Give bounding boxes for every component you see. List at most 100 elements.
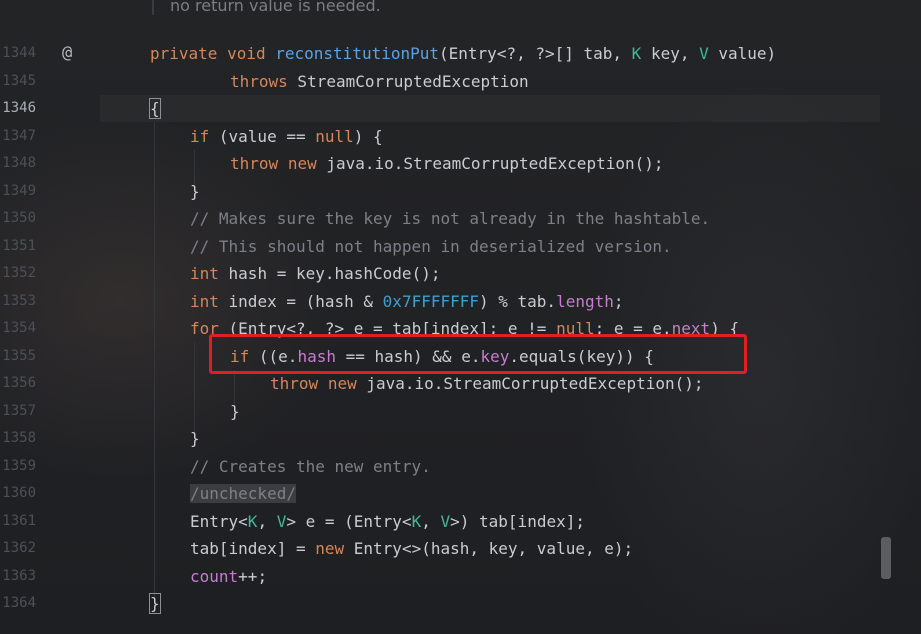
keyword: new [287, 154, 317, 173]
method-name: reconstitutionPut [275, 44, 440, 63]
code-line[interactable]: count++; [190, 563, 267, 590]
code-line[interactable]: throw new java.io.StreamCorruptedExcepti… [230, 150, 664, 177]
line-number-active: 1346 [2, 100, 36, 116]
line-number: 1361 [2, 513, 36, 529]
line-number: 1362 [2, 540, 36, 556]
line-number: 1352 [2, 265, 36, 281]
code-text: , [421, 512, 441, 531]
code-text: ++; [238, 567, 268, 586]
code-line[interactable]: Entry<K, V> e = (Entry<K, V>) tab[index]… [190, 508, 585, 535]
type-param: V [276, 512, 287, 531]
type-param: K [247, 512, 258, 531]
code-text: , [257, 512, 277, 531]
code-text: ; [613, 292, 624, 311]
line-number: 1349 [2, 183, 36, 199]
code-text: ) { [353, 127, 383, 146]
code-line[interactable]: /unchecked/ [190, 480, 296, 507]
code-line[interactable]: } [190, 178, 200, 205]
code-text: } [190, 429, 200, 448]
line-number: 1358 [2, 430, 36, 446]
code-text: } [190, 182, 200, 201]
line-number: 1359 [2, 458, 36, 474]
code-line[interactable]: throw new java.io.StreamCorruptedExcepti… [270, 370, 704, 397]
keyword: new [327, 374, 357, 393]
code-line[interactable]: // Makes sure the key is not already in … [190, 205, 710, 232]
line-number: 1355 [2, 348, 36, 364]
keyword: int [190, 292, 219, 311]
code-text: ) % tab. [479, 292, 557, 311]
line-number-gutter: 1344 1345 1346 1347 1348 1349 1350 1351 … [0, 0, 60, 634]
line-number: 1354 [2, 320, 36, 336]
code-text: StreamCorruptedException [287, 72, 529, 91]
code-editor[interactable]: no return value is needed. 1344 1345 134… [0, 0, 921, 634]
override-marker-icon[interactable]: @ [62, 42, 82, 64]
line-number: 1344 [2, 45, 36, 61]
comment: // Makes sure the key is not already in … [190, 209, 711, 228]
code-text: (value == [209, 127, 316, 146]
code-line[interactable]: tab[index] = new Entry<>(hash, key, valu… [190, 535, 633, 562]
code-line[interactable]: // This should not happen in deserialize… [190, 233, 672, 260]
code-line[interactable]: } [149, 590, 161, 617]
indent-guide [194, 342, 195, 438]
code-text: tab[index] = [190, 539, 316, 558]
line-number: 1356 [2, 375, 36, 391]
keyword: private [150, 44, 218, 63]
code-line[interactable]: private void reconstitutionPut(Entry<?, … [150, 40, 776, 67]
code-text: index = (hash & [218, 292, 383, 311]
vertical-scrollbar-thumb[interactable] [881, 537, 891, 579]
line-number: 1351 [2, 238, 36, 254]
matched-brace: { [149, 98, 161, 119]
type-param: K [411, 512, 422, 531]
keyword: throws [230, 72, 288, 91]
code-text: >) tab[index]; [450, 512, 585, 531]
code-line[interactable]: } [190, 425, 200, 452]
line-number: 1360 [2, 485, 36, 501]
code-line[interactable]: int index = (hash & 0x7FFFFFFF) % tab.le… [190, 288, 624, 315]
type-param: V [440, 512, 451, 531]
doc-comment-text: no return value is needed. [170, 0, 381, 15]
code-line[interactable]: } [230, 398, 240, 425]
code-text: java.io.StreamCorruptedException(); [356, 374, 704, 393]
code-text: Entry<>(hash, key, value, e); [344, 539, 634, 558]
code-line[interactable]: { [149, 95, 161, 122]
code-line[interactable]: throws StreamCorruptedException [230, 68, 529, 95]
code-text: key, [641, 44, 700, 63]
keyword: throw [230, 154, 279, 173]
line-number: 1345 [2, 73, 36, 89]
code-text: Entry< [190, 512, 248, 531]
matched-brace: } [149, 593, 161, 614]
type-param: V [699, 44, 709, 63]
line-number: 1350 [2, 210, 36, 226]
keyword: null [315, 127, 354, 146]
current-line-highlight [100, 95, 880, 122]
number-literal: 0x7FFFFFFF [382, 292, 479, 311]
code-text: value) [708, 44, 777, 63]
code-text: (Entry<?, ?>[] tab, [439, 44, 632, 63]
line-number: 1348 [2, 155, 36, 171]
line-number: 1363 [2, 568, 36, 584]
keyword: int [190, 264, 219, 283]
keyword: new [315, 539, 345, 558]
line-number: 1353 [2, 293, 36, 309]
type-param: K [631, 44, 642, 63]
code-text: hash = key.hashCode(); [218, 264, 441, 283]
doc-comment: no return value is needed. [152, 0, 910, 15]
unchecked-annotation: /unchecked/ [190, 484, 296, 503]
comment: // Creates the new entry. [190, 457, 431, 476]
field: length [556, 292, 614, 311]
code-text: > e = (Entry< [286, 512, 412, 531]
line-number: 1364 [2, 595, 36, 611]
keyword: void [227, 44, 266, 63]
code-line[interactable]: int hash = key.hashCode(); [190, 260, 440, 287]
comment: // This should not happen in deserialize… [190, 237, 672, 256]
line-number: 1357 [2, 403, 36, 419]
code-text: java.io.StreamCorruptedException(); [316, 154, 664, 173]
code-line[interactable]: if (value == null) { [190, 123, 383, 150]
keyword: throw [270, 374, 319, 393]
red-highlight-annotation [209, 334, 747, 374]
line-number: 1347 [2, 128, 36, 144]
code-text: } [230, 402, 240, 421]
indent-guide [154, 122, 155, 598]
code-line[interactable]: // Creates the new entry. [190, 453, 431, 480]
keyword: if [190, 127, 210, 146]
